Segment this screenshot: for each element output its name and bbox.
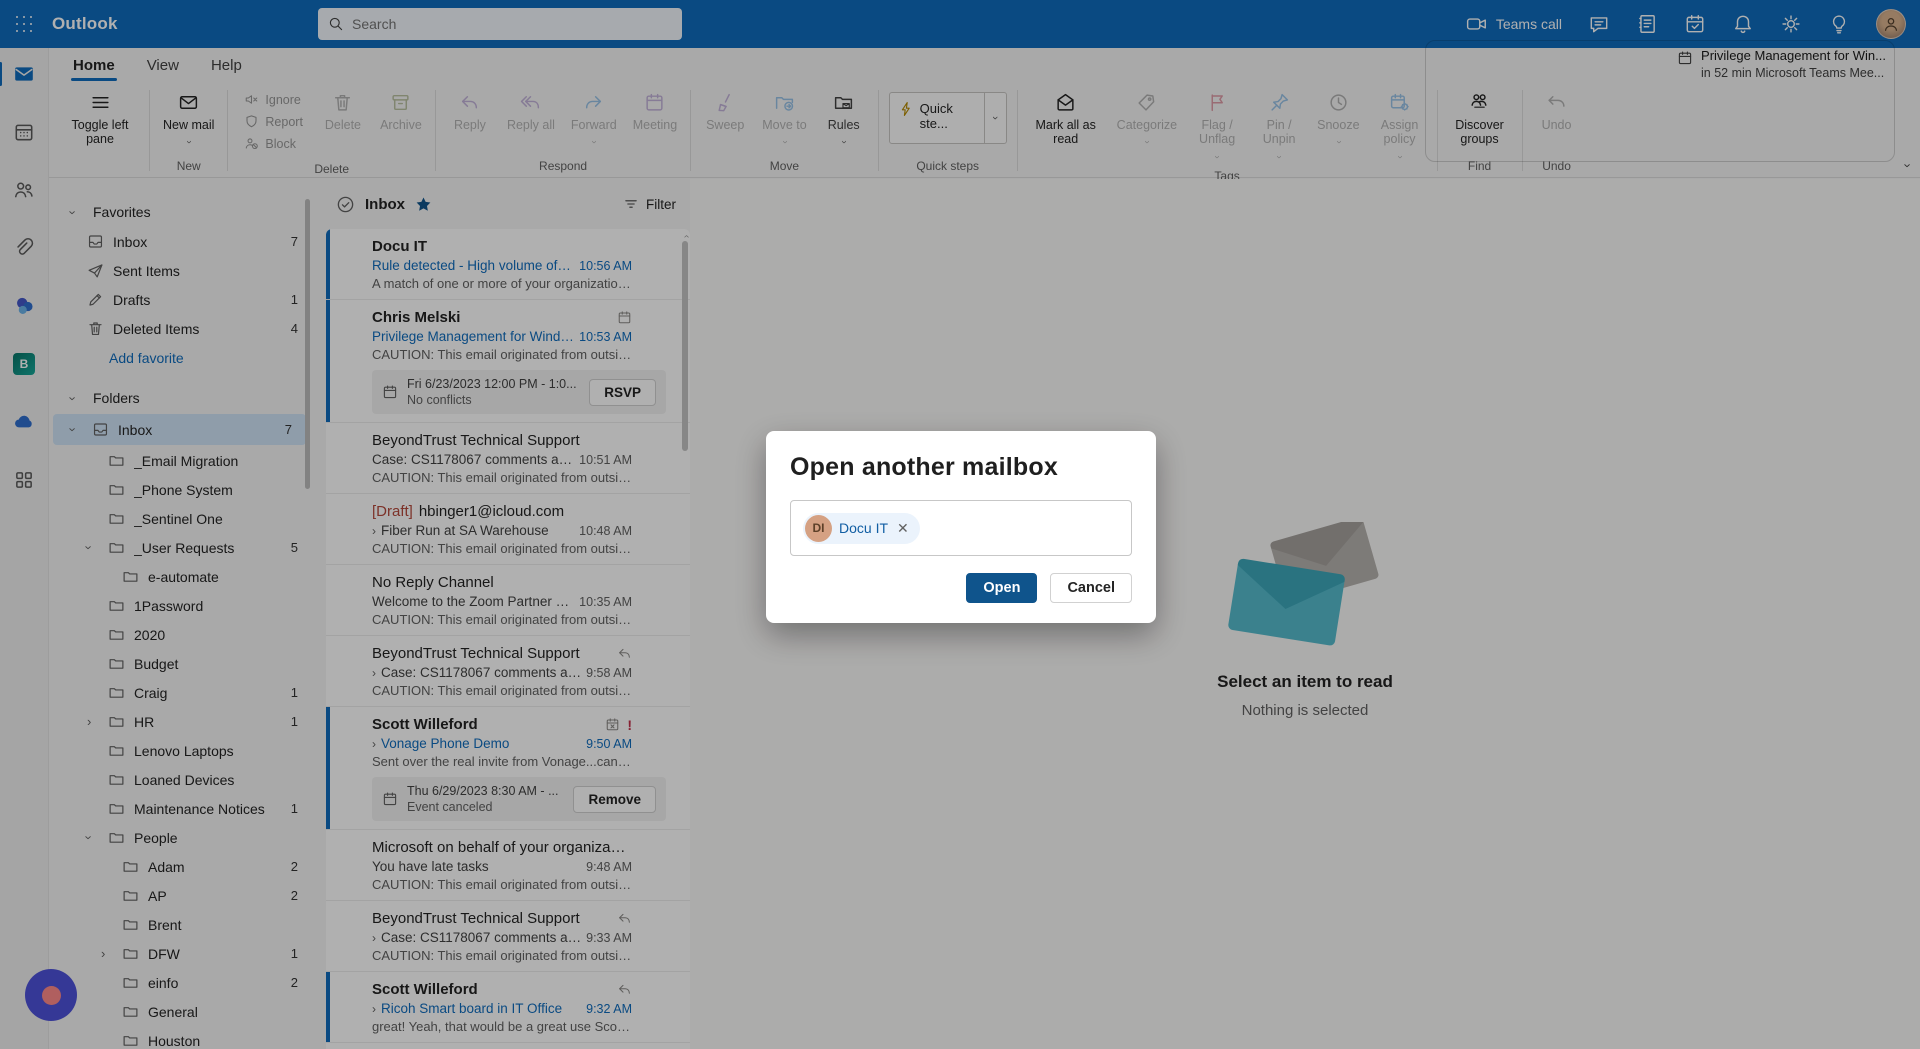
mailbox-chip[interactable]: DI Docu IT ✕ — [803, 513, 920, 544]
open-button[interactable]: Open — [966, 573, 1037, 603]
chip-name: Docu IT — [839, 520, 888, 536]
cancel-button[interactable]: Cancel — [1050, 573, 1132, 603]
remove-chip-icon[interactable]: ✕ — [895, 520, 911, 537]
dialog-title: Open another mailbox — [790, 453, 1132, 482]
open-mailbox-dialog: Open another mailbox DI Docu IT ✕ Open C… — [766, 431, 1156, 623]
mailbox-picker-input[interactable]: DI Docu IT ✕ — [790, 500, 1132, 556]
chip-avatar: DI — [805, 515, 832, 542]
